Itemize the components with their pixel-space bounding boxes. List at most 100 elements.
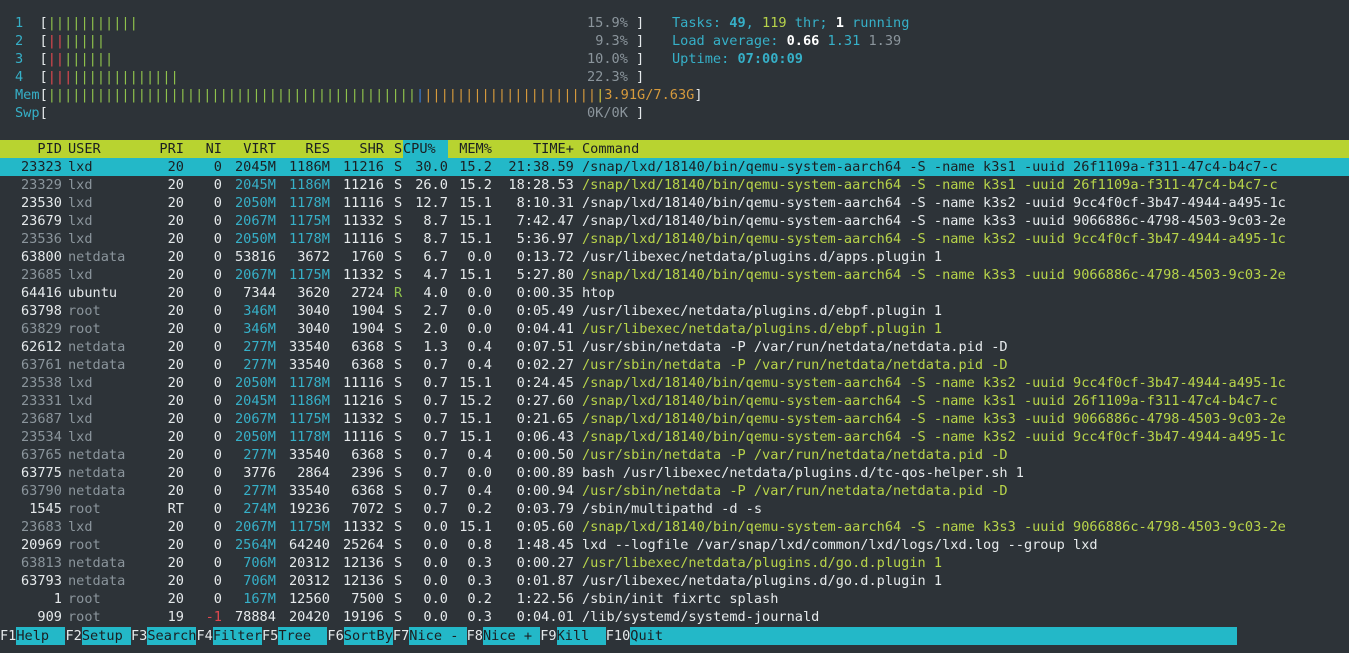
fkey-label-f6[interactable]: SortBy [343, 627, 393, 645]
process-row[interactable]: 909 root 19 -1 78884 20420 19196 S 0.0 0.3 0:04.01… [0, 608, 1349, 626]
cell-mem: 15.1 [459, 429, 492, 445]
cell-s: S [394, 339, 403, 355]
column-header-mem[interactable]: MEM% [459, 140, 492, 158]
column-header-cmd[interactable]: Command [582, 140, 639, 158]
process-row[interactable]: 63765 netdata 20 0 277M 33540 6368 S 0.7 0.4 0:00.… [0, 446, 1349, 464]
process-table-header[interactable]: PID USER PRI NI VIRT RES SHR S CPU% MEM% TIME+ Comm… [0, 140, 1349, 158]
fkey-f5[interactable]: F5 [262, 628, 278, 644]
cell-cmd: /snap/lxd/18140/bin/qemu-system-aarch64 … [582, 213, 1286, 229]
fkey-label-f3[interactable]: Search [147, 627, 197, 645]
cell-ni: 0 [213, 519, 222, 535]
fkey-label-f10[interactable]: Quit [630, 627, 1238, 645]
process-row[interactable]: 23534 lxd 20 0 2050M 1178M 11116 S 0.7 15.1 0:06.4… [0, 428, 1349, 446]
bracket: ] [636, 51, 645, 67]
cell-res: 33540 [289, 339, 330, 355]
process-row[interactable]: 23679 lxd 20 0 2067M 1175M 11332 S 8.7 15.1 7:42.4… [0, 212, 1349, 230]
process-row[interactable]: 23538 lxd 20 0 2050M 1178M 11116 S 0.7 15.1 0:24.4… [0, 374, 1349, 392]
cell-cmd: /snap/lxd/18140/bin/qemu-system-aarch64 … [582, 231, 1286, 247]
cell-virt: 2564M [235, 537, 276, 553]
cell-ni: 0 [213, 411, 222, 427]
column-header-ni[interactable]: NI [206, 140, 222, 158]
process-row[interactable]: 23530 lxd 20 0 2050M 1178M 11116 S 12.7 15.1 8:10.… [0, 194, 1349, 212]
fkey-f7[interactable]: F7 [393, 628, 409, 644]
fkey-f1[interactable]: F1 [0, 628, 16, 644]
column-header-virt[interactable]: VIRT [243, 140, 276, 158]
fkey-label-f7[interactable]: Nice - [409, 627, 467, 645]
column-header-res[interactable]: RES [305, 140, 330, 158]
cell-cpu: 8.7 [423, 213, 448, 229]
process-row[interactable]: 20969 root 20 0 2564M 64240 25264 S 0.0 0.8 1:48.4… [0, 536, 1349, 554]
cell-mem: 15.1 [459, 267, 492, 283]
process-row[interactable]: 62612 netdata 20 0 277M 33540 6368 S 1.3 0.4 0:07.… [0, 338, 1349, 356]
cell-mem: 0.2 [467, 501, 492, 517]
cell-shr: 1904 [351, 321, 384, 337]
process-row[interactable]: 23683 lxd 20 0 2067M 1175M 11332 S 0.0 15.1 0:05.6… [0, 518, 1349, 536]
process-row[interactable]: 63829 root 20 0 346M 3040 1904 S 2.0 0.0 0:04.41/u… [0, 320, 1349, 338]
process-row[interactable]: 63790 netdata 20 0 277M 33540 6368 S 0.7 0.4 0:00.… [0, 482, 1349, 500]
fkey-label-f8[interactable]: Nice + [482, 627, 541, 645]
cell-virt: 53816 [235, 249, 276, 265]
fkey-f3[interactable]: F3 [131, 628, 147, 644]
cell-pid: 23683 [21, 519, 62, 535]
process-row[interactable]: 23685 lxd 20 0 2067M 1175M 11332 S 4.7 15.1 5:27.8… [0, 266, 1349, 284]
fkey-label-f9[interactable]: Kill [556, 627, 606, 645]
fkey-f6[interactable]: F6 [327, 628, 343, 644]
cell-user: ubuntu [68, 285, 118, 301]
column-header-shr[interactable]: SHR [359, 140, 384, 158]
column-header-s[interactable]: S [394, 140, 402, 158]
process-row[interactable]: 1545 root RT 0 274M 19236 7072 S 0.7 0.2 0:03.79/s… [0, 500, 1349, 518]
process-row[interactable]: 23329 lxd 20 0 2045M 1186M 11216 S 26.0 15.2 18:28… [0, 176, 1349, 194]
column-header-cpu[interactable]: CPU% [403, 140, 448, 158]
cell-res: 20312 [289, 573, 330, 589]
cell-res: 1186M [289, 177, 330, 193]
cell-pid: 23323 [21, 159, 62, 175]
cell-ni: 0 [213, 357, 222, 373]
cell-time: 0:05.60 [516, 519, 574, 535]
cell-virt: 2067M [235, 519, 276, 535]
threads-count: 119 [762, 15, 787, 31]
process-row[interactable]: 63793 netdata 20 0 706M 20312 12136 S 0.0 0.3 0:01… [0, 572, 1349, 590]
process-row[interactable]: 23331 lxd 20 0 2045M 1186M 11216 S 0.7 15.2 0:27.6… [0, 392, 1349, 410]
cell-ni: 0 [213, 159, 222, 175]
fkey-f9[interactable]: F9 [540, 628, 556, 644]
cell-user: netdata [68, 357, 126, 373]
process-row[interactable]: 63761 netdata 20 0 277M 33540 6368 S 0.7 0.4 0:02.… [0, 356, 1349, 374]
process-row[interactable]: 63800 netdata 20 0 53816 3672 1760 S 6.7 0.0 0:13.… [0, 248, 1349, 266]
fkey-f4[interactable]: F4 [196, 628, 212, 644]
cell-shr: 11332 [343, 411, 384, 427]
fkey-label-f2[interactable]: Setup [81, 627, 131, 645]
cell-s: S [394, 375, 403, 391]
cell-shr: 6368 [351, 447, 384, 463]
column-header-pid[interactable]: PID [37, 140, 62, 158]
column-header-user[interactable]: USER [68, 140, 101, 158]
cell-res: 3672 [297, 249, 330, 265]
process-row[interactable]: 63775 netdata 20 0 3776 2864 2396 S 0.7 0.0 0:00.8… [0, 464, 1349, 482]
cell-user: lxd [68, 375, 93, 391]
cell-virt: 277M [243, 447, 276, 463]
cell-ni: 0 [213, 537, 222, 553]
fkey-label-f4[interactable]: Filter [212, 627, 262, 645]
fkey-f8[interactable]: F8 [467, 628, 483, 644]
process-row[interactable]: 63798 root 20 0 346M 3040 1904 S 2.7 0.0 0:05.49/u… [0, 302, 1349, 320]
process-row[interactable]: 23536 lxd 20 0 2050M 1178M 11116 S 8.7 15.1 5:36.9… [0, 230, 1349, 248]
cell-virt: 2050M [235, 231, 276, 247]
column-header-time[interactable]: TIME+ [533, 140, 574, 158]
process-row[interactable]: 23323 lxd 20 0 2045M 1186M 11216 S 30.0 15.2 21:38… [0, 158, 1349, 176]
fkey-f2[interactable]: F2 [65, 628, 81, 644]
cell-ni: 0 [213, 231, 222, 247]
cell-shr: 2724 [351, 285, 384, 301]
cell-pid: 23534 [21, 429, 62, 445]
sep: , [745, 15, 763, 31]
process-row[interactable]: 64416 ubuntu 20 0 7344 3620 2724 R 4.0 0.0 0:00.35… [0, 284, 1349, 302]
cell-virt: 167M [243, 591, 276, 607]
fkey-f10[interactable]: F10 [606, 628, 631, 644]
cell-cpu: 6.7 [423, 249, 448, 265]
cell-s: S [394, 519, 403, 535]
process-row[interactable]: 23687 lxd 20 0 2067M 1175M 11332 S 0.7 15.1 0:21.6… [0, 410, 1349, 428]
process-row[interactable]: 63813 netdata 20 0 706M 20312 12136 S 0.0 0.3 0:00… [0, 554, 1349, 572]
column-header-pri[interactable]: PRI [159, 140, 184, 158]
cell-ni: 0 [213, 195, 222, 211]
fkey-label-f1[interactable]: Help [16, 627, 66, 645]
process-row[interactable]: 1 root 20 0 167M 12560 7500 S 0.0 0.2 1:22.56/sbin… [0, 590, 1349, 608]
fkey-label-f5[interactable]: Tree [278, 627, 328, 645]
